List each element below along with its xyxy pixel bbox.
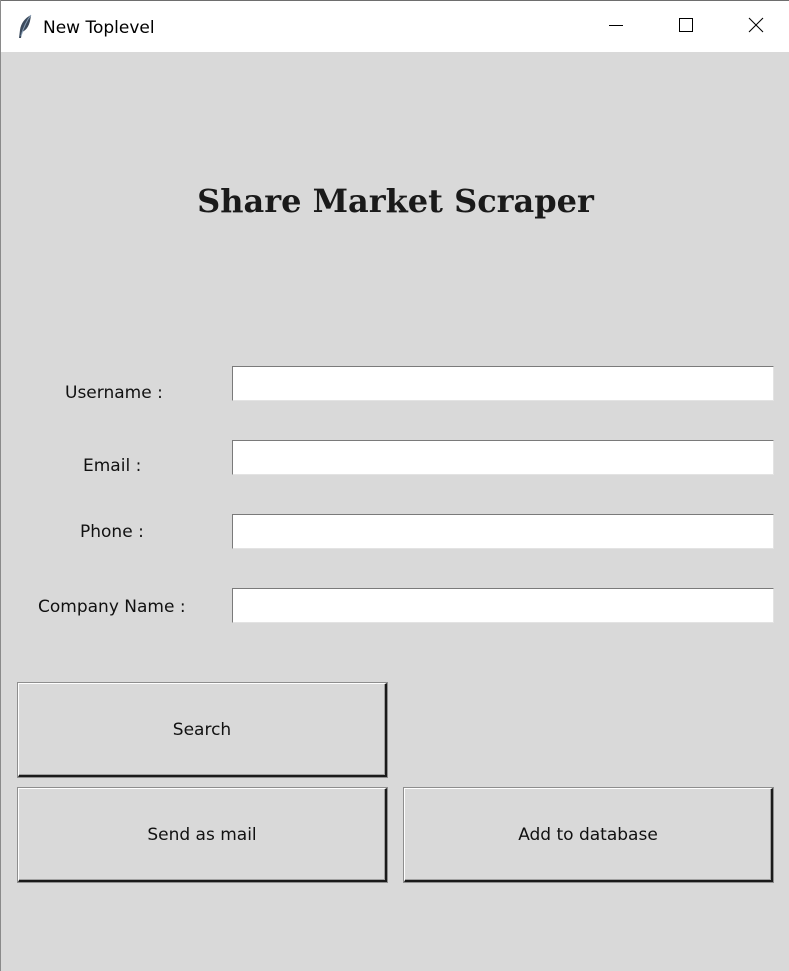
minimize-icon	[608, 17, 624, 37]
minimize-button[interactable]	[582, 1, 650, 53]
email-input[interactable]	[232, 440, 774, 475]
company-name-input[interactable]	[232, 588, 774, 623]
search-button[interactable]: Search	[18, 683, 387, 777]
send-as-mail-button[interactable]: Send as mail	[18, 788, 387, 882]
close-icon	[748, 17, 764, 37]
company-name-label: Company Name :	[38, 597, 186, 617]
close-button[interactable]	[722, 1, 789, 53]
window-title: New Toplevel	[43, 18, 155, 38]
add-to-database-button[interactable]: Add to database	[404, 788, 773, 882]
title-bar[interactable]: New Toplevel	[1, 0, 789, 52]
feather-icon	[16, 14, 34, 40]
phone-input[interactable]	[232, 514, 774, 549]
email-label: Email :	[83, 456, 142, 476]
app-window: New Toplevel Share Market Scraper Userna…	[0, 0, 789, 971]
username-input[interactable]	[232, 366, 774, 401]
maximize-icon	[678, 17, 694, 37]
maximize-button[interactable]	[652, 1, 720, 53]
phone-label: Phone :	[80, 522, 144, 542]
page-title: Share Market Scraper	[197, 182, 594, 220]
username-label: Username :	[65, 383, 163, 403]
